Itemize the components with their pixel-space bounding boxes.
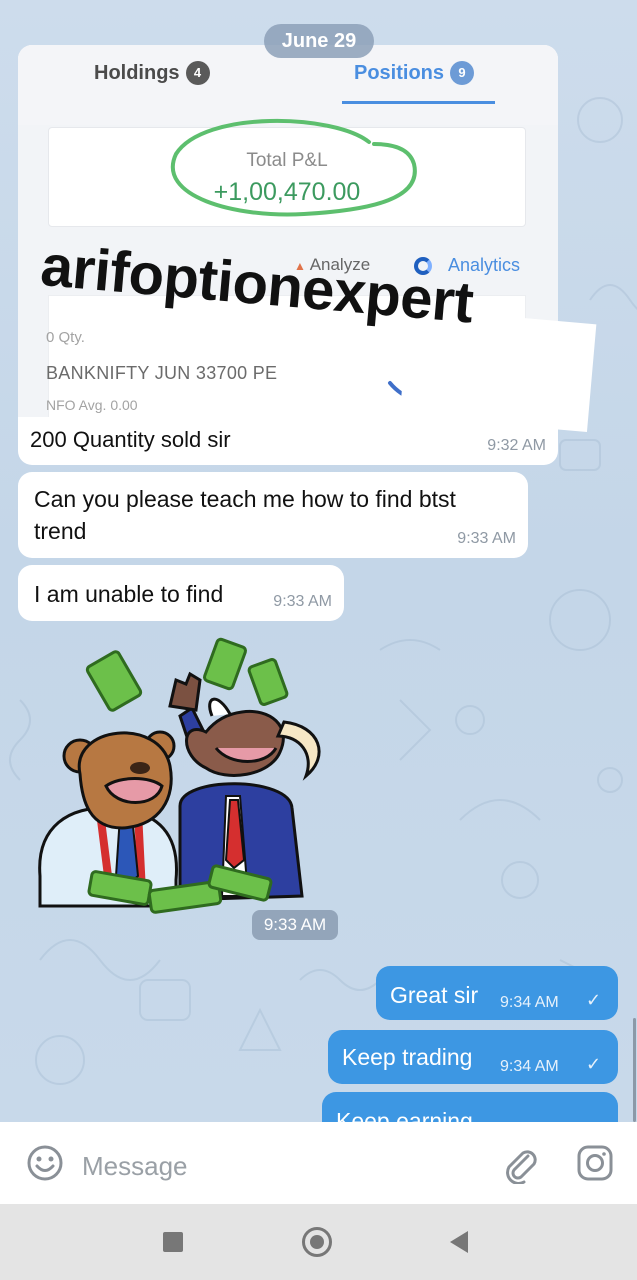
message-text: Great sir [390,982,479,1008]
tab-positions-label: Positions [354,62,445,84]
position-quantity: 0 Qty. [46,329,85,346]
tab-holdings-label: Holdings [94,62,180,84]
read-check-icon: ✓ [586,1054,602,1074]
home-button[interactable] [302,1227,332,1257]
paperclip-icon[interactable] [500,1144,540,1184]
recent-apps-button[interactable] [163,1232,183,1252]
message-text: Keep earning [336,1108,473,1122]
holdings-count-badge: 4 [185,61,210,85]
bear-bull-money-sticker[interactable] [30,636,330,936]
smiley-icon[interactable] [26,1144,64,1182]
system-navigation-bar [0,1204,637,1280]
message-time: 9:33 AM [457,530,516,547]
incoming-message[interactable]: I am unable to find 9:33 AM [18,565,344,621]
message-text-line: I am unable to find [34,581,224,607]
sticker-time: 9:33 AM [252,910,338,940]
position-exchange: NFO Avg. 0.00 [46,397,138,413]
message-time: 9:32 AM [487,437,546,454]
incoming-message[interactable]: Can you please teach me how to find btst… [18,472,528,558]
message-text: Keep trading [342,1044,473,1070]
outgoing-message[interactable]: Keep trading 9:34 AM ✓ [328,1030,618,1084]
date-separator: June 29 [264,24,374,58]
instagram-camera-icon[interactable] [576,1144,614,1182]
positions-count-badge: 9 [450,61,475,85]
outgoing-message[interactable]: Great sir 9:34 AM ✓ [376,966,618,1020]
photo-caption: 200 Quantity sold sir [30,427,231,452]
message-input[interactable] [82,1150,482,1182]
message-time: 9:34 AM [500,994,559,1011]
message-text-line: trend [34,518,87,544]
message-time: 9:34 AM [500,1058,559,1075]
message-text-line: Can you please teach me how to find btst [34,486,456,512]
message-input-bar [0,1122,637,1204]
chat-scrollbar[interactable] [633,1018,636,1122]
green-circle-annotation [170,119,417,217]
tab-holdings: Holdings 4 [94,61,210,85]
outgoing-message[interactable]: Keep earning [322,1092,618,1122]
position-symbol: BANKNIFTY JUN 33700 PE [46,363,278,383]
tab-positions: Positions 9 [354,61,475,85]
read-check-icon: ✓ [586,990,602,1010]
back-button[interactable] [450,1231,468,1253]
active-tab-indicator [342,101,495,104]
total-pnl-card: Total P&L +1,00,470.00 [48,119,526,227]
message-time: 9:33 AM [273,593,332,610]
